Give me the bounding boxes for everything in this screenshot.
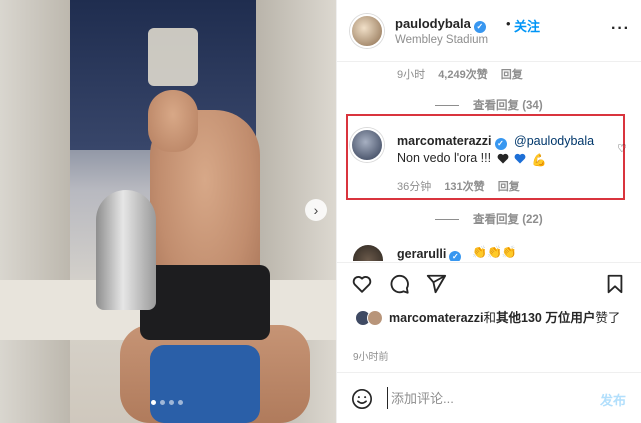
carousel-dot bbox=[169, 400, 174, 405]
commenter-username[interactable]: gerarulli ✓ bbox=[397, 247, 462, 261]
comment-like-heart-icon[interactable]: ♡ bbox=[617, 142, 627, 155]
liker-avatar bbox=[367, 310, 383, 326]
carousel-dot bbox=[178, 400, 183, 405]
comment-time: 9小时 bbox=[397, 69, 426, 81]
view-replies-label[interactable]: 查看回复 (34) bbox=[473, 97, 543, 113]
send-icon[interactable] bbox=[425, 273, 447, 295]
commenter-username-text[interactable]: gerarulli bbox=[397, 247, 446, 261]
post-timestamp[interactable]: 9小时前 bbox=[353, 348, 389, 363]
liked-by-suffix: 赞了 bbox=[595, 311, 621, 325]
photo-trophy bbox=[96, 190, 156, 310]
heart-icon[interactable] bbox=[351, 273, 373, 295]
commenter-username[interactable]: marcomaterazzi ✓ bbox=[397, 134, 507, 150]
photo-trophy-logo bbox=[148, 28, 198, 86]
author-username-text[interactable]: paulodybala bbox=[395, 16, 471, 31]
carousel-dot bbox=[151, 400, 156, 405]
follow-button[interactable]: 关注 bbox=[514, 16, 540, 35]
reply-button[interactable]: 回复 bbox=[501, 69, 523, 81]
view-replies-label[interactable]: 查看回复 (22) bbox=[473, 211, 543, 227]
smiley-icon[interactable] bbox=[351, 388, 373, 410]
carousel-dots bbox=[151, 400, 183, 405]
previous-comment-meta: 9小时 4,249次赞 回复 bbox=[397, 66, 533, 82]
comment-emoji: 👏👏👏 bbox=[472, 245, 517, 259]
post-header: paulodybala ✓ • 关注 Wembley Stadium ··· bbox=[337, 0, 641, 62]
commenter-avatar[interactable] bbox=[350, 128, 384, 162]
replies-divider bbox=[435, 104, 459, 106]
post-actions-bar bbox=[337, 262, 641, 302]
header-separator: • bbox=[506, 16, 511, 31]
carousel-dot bbox=[160, 400, 165, 405]
photo-shorts bbox=[140, 265, 270, 340]
photo-locker-left bbox=[0, 0, 70, 423]
liked-by-text: marcomaterazzi和其他130 万位用户赞了 bbox=[389, 310, 639, 326]
liked-by-and: 和 bbox=[483, 311, 497, 325]
commenter-username-text[interactable]: marcomaterazzi bbox=[397, 134, 492, 148]
post-location[interactable]: Wembley Stadium bbox=[395, 34, 488, 46]
bookmark-icon[interactable] bbox=[604, 273, 626, 295]
author-username[interactable]: paulodybala ✓ bbox=[395, 16, 486, 33]
comment-body: Non vedo l'ora !!! bbox=[397, 151, 492, 165]
comment-time: 36分钟 bbox=[397, 181, 432, 193]
flexed-biceps-icon: 💪 bbox=[531, 153, 547, 167]
author-avatar[interactable] bbox=[350, 14, 384, 48]
comment-likes[interactable]: 4,249次赞 bbox=[438, 69, 488, 81]
comment-text: Non vedo l'ora !!! 💪 bbox=[397, 151, 547, 167]
post-comment-button[interactable]: 发布 bbox=[600, 390, 626, 409]
photo-bag bbox=[150, 345, 260, 423]
other-likers-link[interactable]: 其他130 万位用户 bbox=[496, 311, 595, 325]
reply-button[interactable]: 回复 bbox=[498, 181, 520, 193]
comment-likes[interactable]: 131次赞 bbox=[444, 181, 484, 193]
view-replies-button[interactable]: 查看回复 (34) bbox=[435, 97, 543, 113]
post-side-panel: paulodybala ✓ • 关注 Wembley Stadium ··· 9小… bbox=[336, 0, 641, 423]
add-comment-bar: 发布 bbox=[337, 372, 641, 423]
partial-comment: gerarulli ✓ 👏👏👏 bbox=[350, 245, 640, 261]
blue-heart-icon bbox=[514, 153, 526, 164]
verified-badge-icon: ✓ bbox=[473, 20, 486, 33]
comment-input[interactable] bbox=[387, 387, 577, 409]
chevron-right-icon[interactable]: › bbox=[305, 199, 327, 221]
replies-divider bbox=[435, 218, 459, 220]
verified-badge-icon: ✓ bbox=[449, 250, 462, 261]
mention-link[interactable]: @paulodybala bbox=[514, 134, 594, 148]
comment-icon[interactable] bbox=[388, 273, 410, 295]
view-replies-button[interactable]: 查看回复 (22) bbox=[435, 211, 543, 227]
photo-person-head bbox=[148, 90, 198, 152]
highlighted-comment-meta: 36分钟 131次赞 回复 bbox=[397, 178, 530, 194]
more-horizontal-icon[interactable]: ··· bbox=[611, 20, 630, 38]
post-photo[interactable]: › bbox=[0, 0, 336, 423]
commenter-avatar[interactable] bbox=[353, 245, 383, 261]
black-heart-icon bbox=[497, 153, 508, 164]
liker-username[interactable]: marcomaterazzi bbox=[389, 311, 484, 325]
verified-badge-icon: ✓ bbox=[494, 137, 507, 150]
